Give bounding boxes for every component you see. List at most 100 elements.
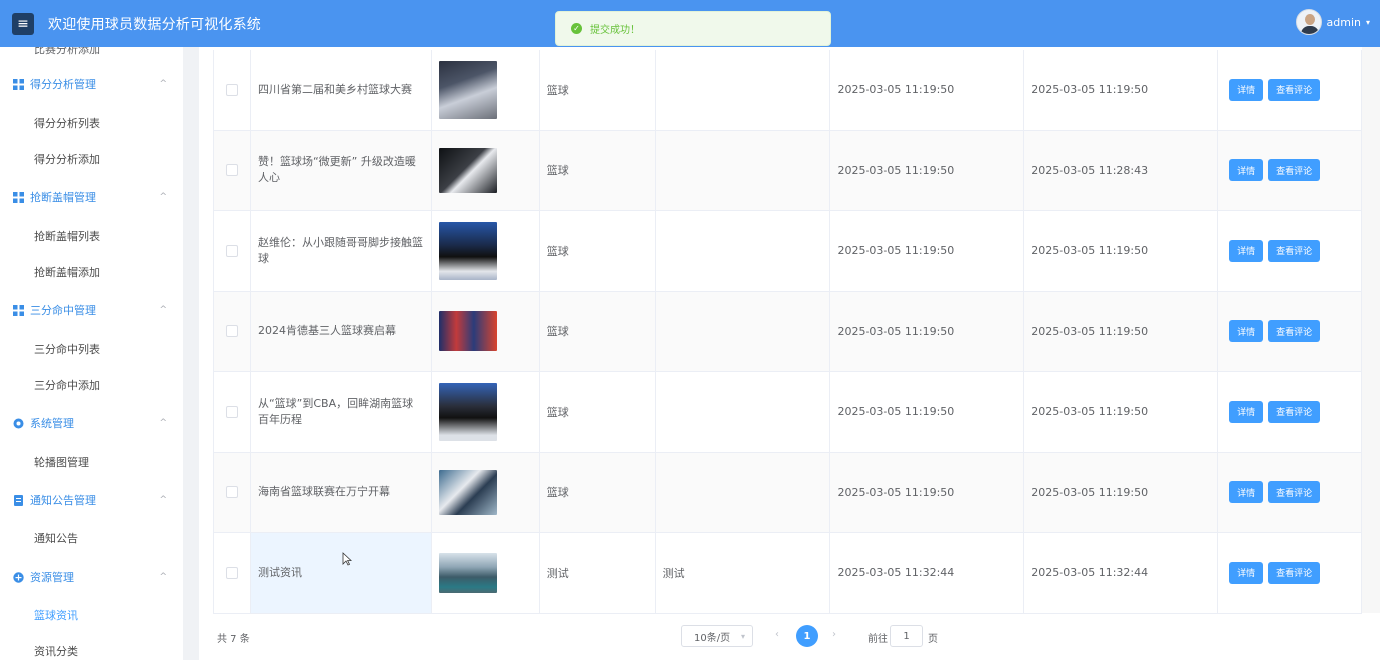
table-row: 2024肯德基三人篮球赛启幕 篮球 2025-03-05 11:19:50 20… bbox=[214, 291, 1362, 372]
updated-time-cell: 2025-03-05 11:19:50 bbox=[1024, 372, 1219, 452]
news-table: 四川省第二届和美乡村篮球大赛 篮球 2025-03-05 11:19:50 20… bbox=[213, 50, 1362, 614]
chevron-up-icon: ^ bbox=[159, 192, 167, 202]
view-comments-button[interactable]: 查看评论 bbox=[1268, 239, 1321, 262]
sidebar-item-score-list[interactable]: 得分分析列表 bbox=[0, 106, 183, 140]
user-menu[interactable]: admin ▾ bbox=[1295, 9, 1370, 35]
detail-button[interactable]: 详情 bbox=[1229, 561, 1264, 584]
user-name[interactable]: admin bbox=[1327, 16, 1361, 29]
gear-icon bbox=[13, 418, 24, 428]
type-cell: 篮球 bbox=[540, 372, 656, 452]
total-count: 共 7 条 bbox=[217, 634, 250, 645]
sidebar-item-news-category[interactable]: 资讯分类 bbox=[0, 634, 183, 660]
view-comments-button[interactable]: 查看评论 bbox=[1268, 78, 1321, 101]
next-page-button[interactable]: › bbox=[832, 629, 836, 640]
created-time-cell: 2025-03-05 11:19:50 bbox=[830, 211, 1025, 291]
chevron-down-icon[interactable]: ▾ bbox=[1366, 18, 1370, 27]
created-time-cell: 2025-03-05 11:19:50 bbox=[830, 130, 1025, 210]
view-comments-button[interactable]: 查看评论 bbox=[1268, 320, 1321, 343]
row-checkbox-cell bbox=[214, 533, 251, 613]
sidebar-item-cut[interactable]: 比赛分析添加 bbox=[34, 47, 100, 57]
page-size-value: 10条/页 bbox=[694, 632, 731, 644]
app-title: 欢迎使用球员数据分析可视化系统 bbox=[48, 16, 261, 33]
sidebar-group-three-point[interactable]: 三分命中管理 ^ bbox=[0, 292, 183, 328]
row-checkbox[interactable] bbox=[225, 486, 238, 499]
sidebar-item-three-point-add[interactable]: 三分命中添加 bbox=[0, 368, 183, 402]
sidebar-group-resource[interactable]: 资源管理 ^ bbox=[0, 559, 183, 595]
table-row: 测试资讯 测试 测试 2025-03-05 11:32:44 2025-03-0… bbox=[214, 533, 1362, 614]
view-comments-button[interactable]: 查看评论 bbox=[1268, 561, 1321, 584]
view-comments-button[interactable]: 查看评论 bbox=[1268, 481, 1321, 504]
actions-cell: 详情 查看评论 bbox=[1218, 130, 1362, 210]
document-icon bbox=[14, 494, 23, 506]
avatar[interactable] bbox=[1295, 9, 1322, 35]
created-time-cell: 2025-03-05 11:19:50 bbox=[830, 452, 1025, 532]
row-checkbox[interactable] bbox=[225, 83, 238, 96]
chevron-up-icon: ^ bbox=[159, 305, 167, 315]
content-cell bbox=[656, 211, 831, 291]
detail-button[interactable]: 详情 bbox=[1229, 159, 1264, 182]
sidebar-group-score[interactable]: 得分分析管理 ^ bbox=[0, 66, 183, 102]
row-checkbox[interactable] bbox=[225, 164, 238, 177]
sidebar-group-label: 通知公告管理 bbox=[30, 494, 96, 507]
detail-button[interactable]: 详情 bbox=[1229, 320, 1264, 343]
sidebar: 比赛分析添加 得分分析管理 ^ 得分分析列表 得分分析添加 抢断盖帽管理 ^ 抢… bbox=[0, 47, 183, 660]
view-comments-button[interactable]: 查看评论 bbox=[1268, 159, 1321, 182]
content-cell: 测试 bbox=[656, 533, 831, 613]
page-size-select[interactable]: 10条/页 ▾ bbox=[681, 625, 753, 647]
actions-cell: 详情 查看评论 bbox=[1218, 452, 1362, 532]
updated-time-cell: 2025-03-05 11:28:43 bbox=[1024, 130, 1219, 210]
created-time-cell: 2025-03-05 11:19:50 bbox=[830, 372, 1025, 452]
sidebar-item-steal-block-list[interactable]: 抢断盖帽列表 bbox=[0, 219, 183, 253]
detail-button[interactable]: 详情 bbox=[1229, 78, 1264, 101]
news-thumbnail bbox=[438, 382, 497, 441]
main-content: 四川省第二届和美乡村篮球大赛 篮球 2025-03-05 11:19:50 20… bbox=[199, 47, 1380, 660]
page-number-current[interactable]: 1 bbox=[796, 625, 818, 647]
news-thumbnail bbox=[438, 147, 497, 193]
sidebar-item-carousel[interactable]: 轮播图管理 bbox=[0, 445, 183, 479]
sidebar-item-basketball-news[interactable]: 篮球资讯 bbox=[0, 598, 183, 632]
detail-button[interactable]: 详情 bbox=[1229, 239, 1264, 262]
actions-cell: 详情 查看评论 bbox=[1218, 533, 1362, 613]
news-thumbnail bbox=[438, 311, 497, 352]
content-cell bbox=[656, 372, 831, 452]
actions-cell: 详情 查看评论 bbox=[1218, 211, 1362, 291]
detail-button[interactable]: 详情 bbox=[1229, 400, 1264, 423]
row-checkbox[interactable] bbox=[225, 566, 238, 579]
content-cell bbox=[656, 50, 831, 130]
detail-button[interactable]: 详情 bbox=[1229, 481, 1264, 504]
title-cell: 四川省第二届和美乡村篮球大赛 bbox=[251, 50, 432, 130]
type-cell: 篮球 bbox=[540, 211, 656, 291]
image-cell bbox=[432, 533, 540, 613]
sidebar-item-three-point-list[interactable]: 三分命中列表 bbox=[0, 332, 183, 366]
row-checkbox[interactable] bbox=[225, 405, 238, 418]
sidebar-group-label: 系统管理 bbox=[30, 417, 74, 430]
created-time-cell: 2025-03-05 11:19:50 bbox=[830, 291, 1025, 371]
sidebar-group-steal-block[interactable]: 抢断盖帽管理 ^ bbox=[0, 179, 183, 215]
grid-icon bbox=[13, 78, 24, 90]
sidebar-group-system[interactable]: 系统管理 ^ bbox=[0, 405, 183, 441]
sidebar-item-score-add[interactable]: 得分分析添加 bbox=[0, 142, 183, 176]
updated-time-cell: 2025-03-05 11:19:50 bbox=[1024, 50, 1219, 130]
updated-time-cell: 2025-03-05 11:19:50 bbox=[1024, 291, 1219, 371]
image-cell bbox=[432, 291, 540, 371]
table-row: 海南省篮球联赛在万宁开幕 篮球 2025-03-05 11:19:50 2025… bbox=[214, 452, 1362, 533]
view-comments-button[interactable]: 查看评论 bbox=[1268, 400, 1321, 423]
hamburger-icon[interactable]: ≡ bbox=[12, 12, 34, 35]
chevron-up-icon: ^ bbox=[159, 495, 167, 505]
row-checkbox-cell bbox=[214, 452, 251, 532]
chevron-down-icon: ▾ bbox=[740, 631, 745, 641]
sidebar-item-steal-block-add[interactable]: 抢断盖帽添加 bbox=[0, 255, 183, 289]
sidebar-group-label: 三分命中管理 bbox=[30, 304, 96, 317]
scrollbar-track[interactable] bbox=[1362, 47, 1380, 613]
goto-label: 前往 bbox=[868, 634, 888, 645]
type-cell: 篮球 bbox=[540, 291, 656, 371]
sidebar-item-notice[interactable]: 通知公告 bbox=[0, 521, 183, 555]
goto-page-input[interactable]: 1 bbox=[890, 625, 923, 647]
row-checkbox-cell bbox=[214, 291, 251, 371]
prev-page-button[interactable]: ‹ bbox=[775, 629, 779, 640]
row-checkbox-cell bbox=[214, 50, 251, 130]
sidebar-group-notice[interactable]: 通知公告管理 ^ bbox=[0, 482, 183, 518]
row-checkbox[interactable] bbox=[225, 244, 238, 257]
row-checkbox[interactable] bbox=[225, 325, 238, 338]
chevron-up-icon: ^ bbox=[159, 572, 167, 582]
